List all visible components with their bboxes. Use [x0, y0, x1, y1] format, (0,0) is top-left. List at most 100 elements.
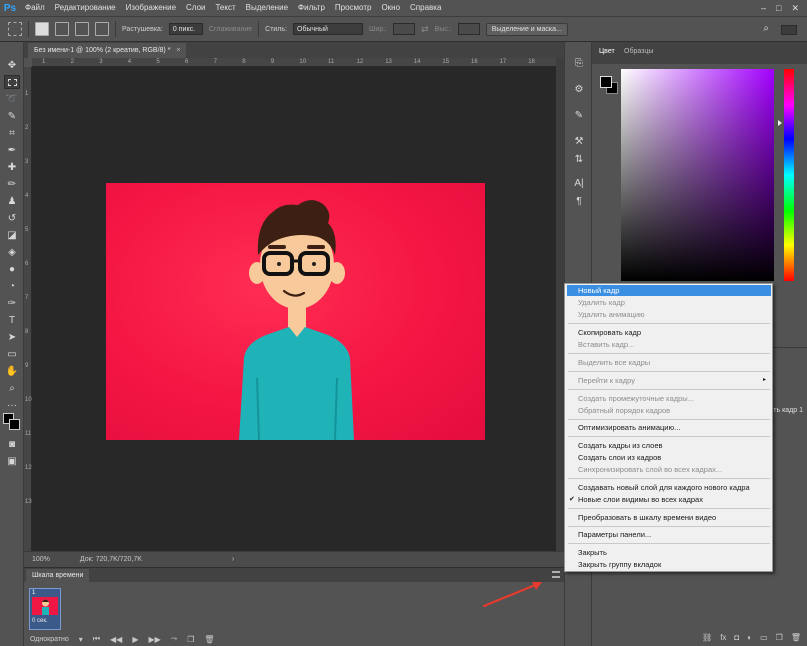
status-menu-arrow[interactable]: ›	[232, 556, 234, 563]
animation-frame[interactable]: 1 0 сек.	[29, 588, 61, 630]
maximize-button[interactable]: □	[776, 3, 781, 13]
swap-dimensions-icon[interactable]: ⇄	[421, 24, 429, 35]
healing-brush-icon[interactable]: ✚	[4, 160, 20, 174]
add-mask-icon[interactable]: ◘	[734, 633, 739, 642]
tab-swatches[interactable]: Образцы	[624, 48, 653, 55]
new-group-icon[interactable]: ▭	[760, 633, 768, 642]
menu-edit[interactable]: Редактирование	[50, 0, 121, 16]
lasso-tool-icon[interactable]: ➰	[4, 92, 20, 106]
intersect-selection-icon[interactable]	[95, 22, 109, 36]
eyedropper-icon[interactable]: ✒	[4, 143, 20, 157]
brush-tool-icon[interactable]: ✏	[4, 177, 20, 191]
delete-layer-icon[interactable]: 🗑	[791, 633, 801, 642]
select-and-mask-button[interactable]: Выделение и маска...	[485, 22, 568, 36]
style-select[interactable]: Обычный	[293, 23, 363, 35]
color-picker-field[interactable]	[621, 69, 774, 281]
width-input[interactable]	[393, 23, 416, 35]
menu-help[interactable]: Справка	[405, 0, 446, 16]
background-color-swatch[interactable]	[9, 419, 20, 430]
menu-view[interactable]: Просмотр	[330, 0, 377, 16]
blur-tool-icon[interactable]: ●	[4, 262, 20, 276]
menu-select[interactable]: Выделение	[241, 0, 293, 16]
path-selection-icon[interactable]: ➤	[4, 330, 20, 344]
new-selection-icon[interactable]	[35, 22, 49, 36]
delete-frame-icon[interactable]: 🗑	[204, 635, 214, 644]
menu-item-new-layers-visible[interactable]: ✔ Новые слои видимы во всех кадрах	[565, 494, 772, 505]
menu-item-go-to-frame[interactable]: Перейти к кадру ▸	[565, 375, 772, 386]
document-canvas[interactable]	[106, 183, 485, 440]
hue-slider[interactable]	[784, 69, 794, 281]
duplicate-frame-icon[interactable]: ❐	[187, 635, 194, 644]
menu-item-select-all-frames[interactable]: Выделить все кадры	[565, 357, 772, 368]
subtract-selection-icon[interactable]	[75, 22, 89, 36]
menu-item-create-layer-per-frame[interactable]: Создавать новый слой для каждого нового …	[565, 482, 772, 493]
type-tool-icon[interactable]: T	[4, 313, 20, 327]
antialias-checkbox[interactable]: Сглаживание	[209, 26, 252, 33]
zoom-tool-icon[interactable]: ⌕	[4, 381, 20, 395]
adjustments-icon[interactable]: ⇅	[572, 152, 586, 166]
menu-item-paste-frame[interactable]: Вставить кадр...	[565, 339, 772, 350]
history-brush-icon[interactable]: ↺	[4, 211, 20, 225]
brush-settings-icon[interactable]: ✎	[572, 108, 586, 122]
menu-image[interactable]: Изображение	[121, 0, 181, 16]
play-icon[interactable]: ▶	[132, 635, 138, 644]
paragraph-panel-icon[interactable]: ¶	[572, 194, 586, 208]
properties-panel-icon[interactable]: ⚙	[572, 82, 586, 96]
close-button[interactable]: ✕	[791, 3, 799, 14]
menu-type[interactable]: Текст	[210, 0, 240, 16]
pen-tool-icon[interactable]: ✑	[4, 296, 20, 310]
feather-input[interactable]: 0 пикс.	[168, 23, 203, 35]
menu-item-copy-frame[interactable]: Скопировать кадр	[565, 327, 772, 338]
clone-stamp-icon[interactable]: ♟	[4, 194, 20, 208]
close-tab-icon[interactable]: ×	[176, 47, 180, 54]
menu-filter[interactable]: Фильтр	[293, 0, 330, 16]
history-panel-icon[interactable]: ⎘	[572, 56, 586, 70]
character-panel-icon[interactable]: A|	[572, 176, 586, 190]
workspace-select[interactable]	[781, 25, 797, 35]
document-tab[interactable]: Без имени-1 @ 100% (2 креатив, RGB/8) * …	[28, 43, 187, 58]
new-layer-icon[interactable]: ❐	[776, 633, 783, 642]
foreground-color-chip[interactable]	[600, 76, 612, 88]
menu-item-delete-animation[interactable]: Удалить анимацию	[565, 309, 772, 320]
move-tool-icon[interactable]: ✥	[4, 58, 20, 72]
menu-item-close-tab-group[interactable]: Закрыть группу вкладок	[565, 559, 772, 570]
dropdown-arrow-icon[interactable]: ▾	[79, 635, 83, 644]
previous-frame-icon[interactable]: ◀◀	[110, 635, 122, 644]
menu-file[interactable]: Файл	[20, 0, 50, 16]
hand-tool-icon[interactable]: ✋	[4, 364, 20, 378]
menu-item-tween[interactable]: Создать промежуточные кадры...	[565, 393, 772, 404]
menu-item-convert-to-video-timeline[interactable]: Преобразовать в шкалу времени видео	[565, 512, 772, 523]
timeline-tab[interactable]: Шкала времени	[26, 569, 90, 582]
menu-layers[interactable]: Слои	[181, 0, 210, 16]
adjustment-layer-icon[interactable]: ◐	[747, 633, 752, 642]
menu-item-match-layer[interactable]: Синхронизировать слой во всех кадрах...	[565, 464, 772, 475]
add-selection-icon[interactable]	[55, 22, 69, 36]
tool-presets-icon[interactable]: ⚒	[572, 134, 586, 148]
quick-selection-icon[interactable]: ✎	[4, 109, 20, 123]
crop-tool-icon[interactable]: ⌗	[4, 126, 20, 140]
menu-window[interactable]: Окно	[376, 0, 405, 16]
menu-item-delete-frame[interactable]: Удалить кадр	[565, 297, 772, 308]
tab-color[interactable]: Цвет	[599, 48, 615, 55]
height-input[interactable]	[457, 23, 480, 35]
canvas-vertical-scrollbar[interactable]	[556, 58, 564, 551]
zoom-level[interactable]: 100%	[32, 556, 50, 563]
more-tools-icon[interactable]: ···	[4, 398, 20, 412]
search-icon[interactable]: ⌕	[763, 23, 769, 34]
rectangular-marquee-icon[interactable]	[4, 75, 20, 89]
tween-icon[interactable]: ⤳	[171, 634, 177, 644]
panel-menu-icon[interactable]	[552, 571, 560, 578]
quick-mask-icon[interactable]: ◙	[4, 437, 20, 451]
menu-item-make-frames-from-layers[interactable]: Создать кадры из слоев	[565, 440, 772, 451]
menu-item-new-frame[interactable]: Новый кадр	[567, 285, 771, 296]
screen-mode-icon[interactable]: ▣	[4, 454, 20, 468]
link-layers-icon[interactable]: ⛓	[702, 633, 712, 642]
fx-icon[interactable]: fx	[720, 633, 726, 642]
marquee-tool-preset-icon[interactable]	[8, 22, 22, 36]
first-frame-icon[interactable]: ⏮	[93, 634, 100, 644]
rectangle-shape-icon[interactable]: ▭	[4, 347, 20, 361]
menu-item-close[interactable]: Закрыть	[565, 547, 772, 558]
menu-item-panel-options[interactable]: Параметры панели...	[565, 529, 772, 540]
menu-item-optimize-animation[interactable]: Оптимизировать анимацию...	[565, 422, 772, 433]
loop-options-select[interactable]: Однократно	[30, 636, 69, 643]
